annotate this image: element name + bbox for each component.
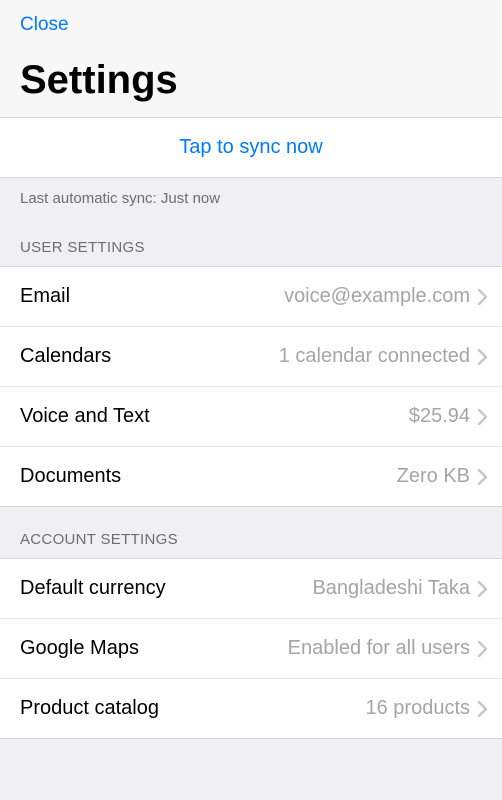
chevron-right-icon bbox=[478, 469, 488, 485]
section-user-settings: Email voice@example.com Calendars 1 cale… bbox=[0, 266, 502, 507]
section-header-user: USER SETTINGS bbox=[0, 215, 502, 266]
row-voice-text[interactable]: Voice and Text $25.94 bbox=[0, 387, 502, 447]
section-account-settings: Default currency Bangladeshi Taka Google… bbox=[0, 558, 502, 739]
chevron-right-icon bbox=[478, 581, 488, 597]
page-title: Settings bbox=[0, 40, 502, 117]
row-label: Calendars bbox=[20, 345, 111, 368]
row-calendars[interactable]: Calendars 1 calendar connected bbox=[0, 327, 502, 387]
row-google-maps[interactable]: Google Maps Enabled for all users bbox=[0, 619, 502, 679]
row-value: Zero KB bbox=[121, 465, 478, 488]
header: Close bbox=[0, 0, 502, 40]
row-product-catalog[interactable]: Product catalog 16 products bbox=[0, 679, 502, 738]
row-label: Voice and Text bbox=[20, 405, 150, 428]
row-label: Email bbox=[20, 285, 70, 308]
chevron-right-icon bbox=[478, 701, 488, 717]
row-value: voice@example.com bbox=[70, 285, 478, 308]
row-label: Default currency bbox=[20, 577, 166, 600]
chevron-right-icon bbox=[478, 349, 488, 365]
row-value: 16 products bbox=[159, 697, 478, 720]
row-value: $25.94 bbox=[150, 405, 478, 428]
chevron-right-icon bbox=[478, 641, 488, 657]
row-label: Google Maps bbox=[20, 637, 139, 660]
row-label: Documents bbox=[20, 465, 121, 488]
sync-now-button[interactable]: Tap to sync now bbox=[179, 136, 322, 159]
row-value: Enabled for all users bbox=[139, 637, 478, 660]
sync-bar[interactable]: Tap to sync now bbox=[0, 117, 502, 178]
section-header-account: ACCOUNT SETTINGS bbox=[0, 507, 502, 558]
row-value: Bangladeshi Taka bbox=[166, 577, 478, 600]
row-label: Product catalog bbox=[20, 697, 159, 720]
chevron-right-icon bbox=[478, 409, 488, 425]
row-email[interactable]: Email voice@example.com bbox=[0, 267, 502, 327]
row-value: 1 calendar connected bbox=[111, 345, 478, 368]
row-default-currency[interactable]: Default currency Bangladeshi Taka bbox=[0, 559, 502, 619]
chevron-right-icon bbox=[478, 289, 488, 305]
close-button[interactable]: Close bbox=[20, 10, 69, 40]
row-documents[interactable]: Documents Zero KB bbox=[0, 447, 502, 506]
sync-status: Last automatic sync: Just now bbox=[0, 178, 502, 215]
